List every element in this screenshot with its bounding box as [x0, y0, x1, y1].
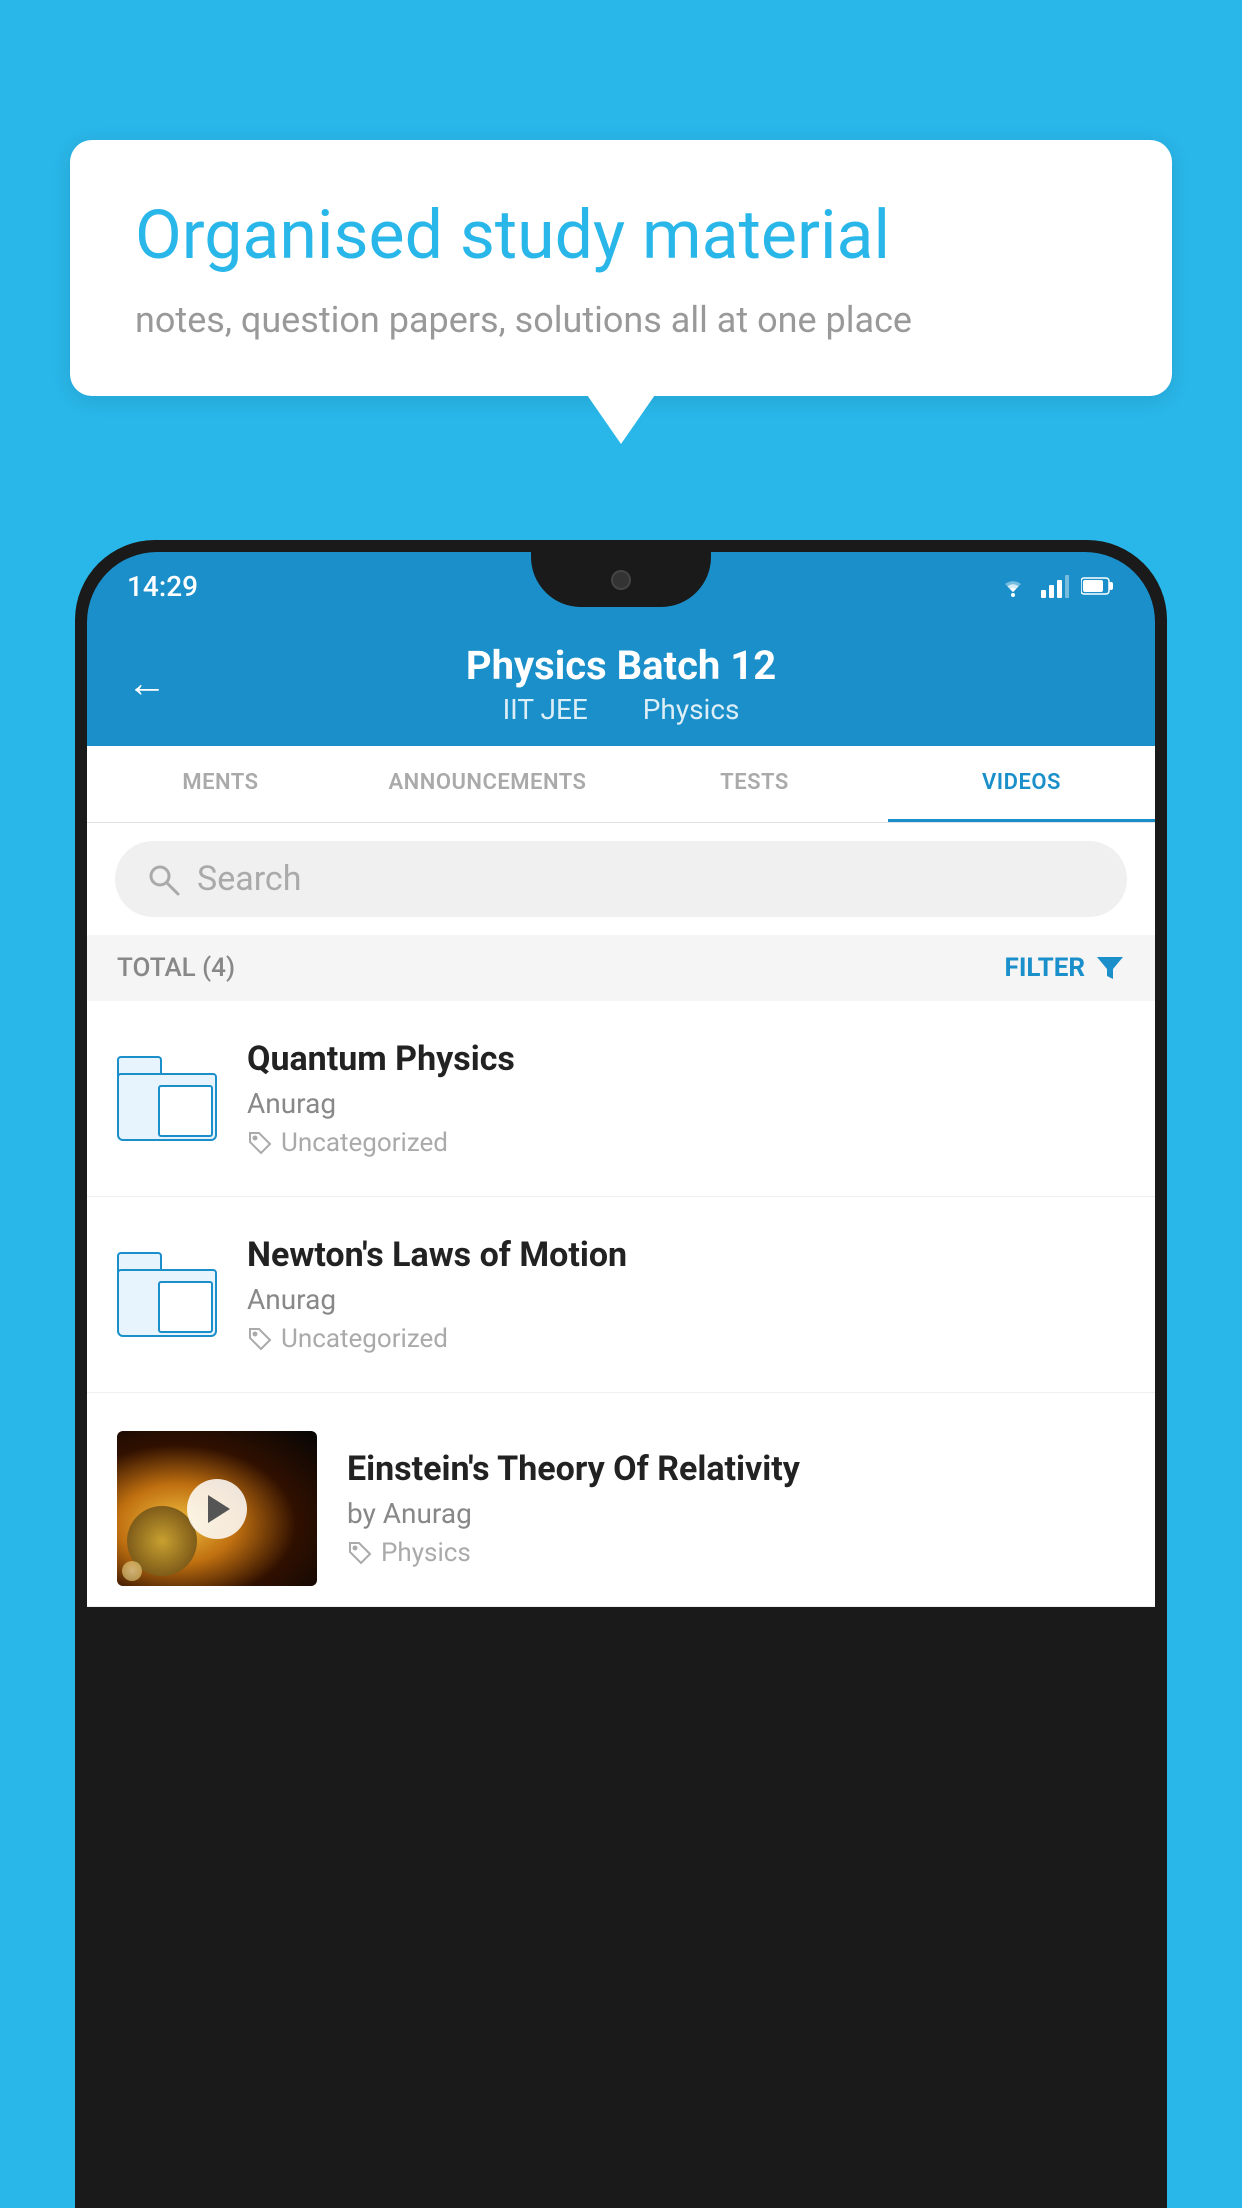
- wifi-icon: [997, 574, 1029, 598]
- tag-icon: [247, 1130, 273, 1156]
- tab-videos[interactable]: VIDEOS: [888, 746, 1155, 822]
- folder-icon: [117, 1056, 217, 1141]
- tag-label: Uncategorized: [281, 1128, 448, 1158]
- video-tag: Uncategorized: [247, 1128, 1125, 1158]
- tab-announcements[interactable]: ANNOUNCEMENTS: [354, 746, 621, 822]
- subtitle-part2: Physics: [643, 693, 740, 726]
- tag-label: Uncategorized: [281, 1324, 448, 1354]
- phone-inner: 14:29: [87, 552, 1155, 2208]
- tag-icon: [347, 1540, 373, 1566]
- search-bar[interactable]: Search: [115, 841, 1127, 917]
- video-tag: Uncategorized: [247, 1324, 1125, 1354]
- filter-funnel-icon: [1095, 953, 1125, 983]
- play-button[interactable]: [187, 1479, 247, 1539]
- phone-frame: 14:29: [75, 540, 1167, 2208]
- signal-icon: [1041, 574, 1069, 598]
- notch: [531, 552, 711, 607]
- back-button[interactable]: ←: [127, 660, 167, 707]
- header-title: Physics Batch 12: [466, 642, 776, 689]
- tag-icon: [247, 1326, 273, 1352]
- bubble-title: Organised study material: [135, 195, 1107, 277]
- status-time: 14:29: [127, 570, 198, 603]
- subtitle-part1: IIT JEE: [503, 693, 588, 726]
- bubble-subtitle: notes, question papers, solutions all at…: [135, 299, 1107, 341]
- battery-icon: [1081, 576, 1115, 596]
- video-author: Anurag: [247, 1283, 1125, 1316]
- video-author: by Anurag: [347, 1497, 1125, 1530]
- folder-icon: [117, 1252, 217, 1337]
- status-icons: [997, 574, 1115, 598]
- tag-label: Physics: [381, 1538, 471, 1568]
- video-info: Einstein's Theory Of Relativity by Anura…: [347, 1449, 1125, 1568]
- filter-label: FILTER: [1005, 953, 1085, 983]
- search-bar-container: Search: [87, 823, 1155, 935]
- total-count: TOTAL (4): [117, 953, 235, 983]
- tab-ments[interactable]: MENTS: [87, 746, 354, 822]
- hero-section: Organised study material notes, question…: [70, 140, 1172, 396]
- video-title: Newton's Laws of Motion: [247, 1235, 1125, 1275]
- video-author: Anurag: [247, 1087, 1125, 1120]
- speech-bubble: Organised study material notes, question…: [70, 140, 1172, 396]
- video-info: Quantum Physics Anurag Uncategorized: [247, 1039, 1125, 1158]
- search-icon: [145, 861, 181, 897]
- tab-bar: MENTS ANNOUNCEMENTS TESTS VIDEOS: [87, 746, 1155, 823]
- camera-dot: [611, 570, 631, 590]
- video-tag: Physics: [347, 1538, 1125, 1568]
- tab-tests[interactable]: TESTS: [621, 746, 888, 822]
- search-input[interactable]: Search: [197, 859, 301, 899]
- header-subtitle: IIT JEE Physics: [491, 693, 752, 726]
- status-bar: 14:29: [87, 552, 1155, 620]
- app-header: ← Physics Batch 12 IIT JEE Physics: [87, 620, 1155, 746]
- video-info: Newton's Laws of Motion Anurag Uncategor…: [247, 1235, 1125, 1354]
- list-item[interactable]: Einstein's Theory Of Relativity by Anura…: [87, 1393, 1155, 1607]
- list-item[interactable]: Newton's Laws of Motion Anurag Uncategor…: [87, 1197, 1155, 1393]
- list-item[interactable]: Quantum Physics Anurag Uncategorized: [87, 1001, 1155, 1197]
- video-title: Quantum Physics: [247, 1039, 1125, 1079]
- video-title: Einstein's Theory Of Relativity: [347, 1449, 1125, 1489]
- video-list: Quantum Physics Anurag Uncategorized: [87, 1001, 1155, 1607]
- filter-button[interactable]: FILTER: [1005, 953, 1125, 983]
- video-thumbnail: [117, 1431, 317, 1586]
- filter-row: TOTAL (4) FILTER: [87, 935, 1155, 1001]
